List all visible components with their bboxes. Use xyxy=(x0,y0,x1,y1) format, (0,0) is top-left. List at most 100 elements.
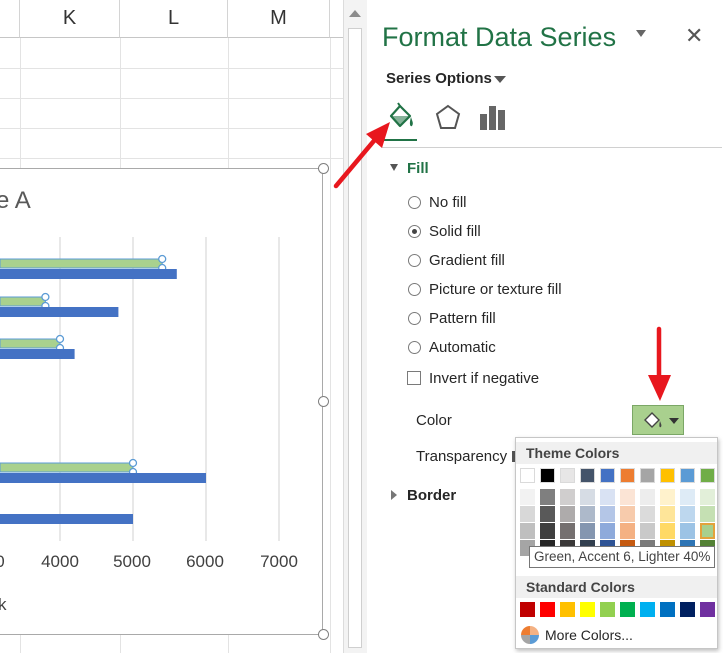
theme-tint-swatch[interactable] xyxy=(520,506,535,522)
column-header-m[interactable]: M xyxy=(228,0,330,38)
theme-tint-swatch[interactable] xyxy=(520,489,535,505)
chart-area[interactable]: e A 0 4000 5000 6000 7000 k xyxy=(0,168,323,635)
border-section-header[interactable]: Border xyxy=(407,487,456,504)
theme-tint-swatch[interactable] xyxy=(660,489,675,505)
column-header-partial[interactable] xyxy=(0,0,20,38)
theme-tint-swatch[interactable] xyxy=(520,523,535,539)
column-header-k[interactable]: K xyxy=(20,0,120,38)
column-header-partial-right[interactable] xyxy=(330,0,343,38)
standard-color-swatch[interactable] xyxy=(640,602,655,617)
theme-tint-swatch[interactable] xyxy=(580,506,595,522)
selection-handle[interactable] xyxy=(41,292,50,302)
theme-tint-swatch[interactable] xyxy=(640,506,655,522)
resize-handle-top-right[interactable] xyxy=(318,163,329,174)
standard-color-swatch[interactable] xyxy=(660,602,675,617)
theme-tint-swatch[interactable] xyxy=(640,489,655,505)
standard-color-swatch[interactable] xyxy=(600,602,615,617)
resize-handle-right[interactable] xyxy=(318,396,329,407)
chevron-down-icon[interactable] xyxy=(669,418,679,424)
theme-color-swatch[interactable] xyxy=(660,468,675,483)
theme-tint-swatch[interactable] xyxy=(580,523,595,539)
series-options-dropdown[interactable]: Series Options xyxy=(386,70,492,87)
theme-tint-swatch[interactable] xyxy=(560,506,575,522)
theme-tint-swatch[interactable] xyxy=(700,489,715,505)
theme-color-swatch[interactable] xyxy=(620,468,635,483)
theme-tint-swatch[interactable] xyxy=(600,506,615,522)
standard-color-swatch[interactable] xyxy=(540,602,555,617)
radio-solid-fill[interactable]: Solid fill xyxy=(408,220,481,242)
radio-button-icon[interactable] xyxy=(408,224,421,238)
theme-color-swatch[interactable] xyxy=(640,468,655,483)
vertical-scrollbar[interactable] xyxy=(343,0,367,653)
bar-highlighted[interactable] xyxy=(0,258,163,269)
radio-button-icon[interactable] xyxy=(408,253,421,267)
standard-color-swatch[interactable] xyxy=(680,602,695,617)
standard-color-swatch[interactable] xyxy=(620,602,635,617)
theme-color-swatch[interactable] xyxy=(700,468,715,483)
radio-automatic[interactable]: Automatic xyxy=(408,336,496,358)
theme-tint-swatch[interactable] xyxy=(680,506,695,522)
theme-tint-swatch[interactable] xyxy=(540,506,555,522)
theme-tint-swatch[interactable] xyxy=(600,523,615,539)
bar-series-2[interactable] xyxy=(0,307,119,317)
standard-color-swatch[interactable] xyxy=(560,602,575,617)
bar-series-2[interactable] xyxy=(0,349,75,359)
selection-handle[interactable] xyxy=(128,458,138,468)
radio-button-icon[interactable] xyxy=(408,282,421,296)
radio-pattern-fill[interactable]: Pattern fill xyxy=(408,307,496,329)
scroll-up-icon[interactable] xyxy=(349,10,361,17)
theme-color-swatch[interactable] xyxy=(680,468,695,483)
standard-color-swatch[interactable] xyxy=(520,602,535,617)
theme-tint-swatch[interactable] xyxy=(700,506,715,522)
bar-series-2[interactable] xyxy=(0,269,177,279)
theme-tint-swatch[interactable] xyxy=(620,506,635,522)
bar-highlighted[interactable] xyxy=(0,338,61,349)
chevron-down-icon[interactable] xyxy=(494,76,506,83)
bar-highlighted[interactable] xyxy=(0,462,134,473)
x-axis-title[interactable]: k xyxy=(0,595,7,615)
standard-color-swatch[interactable] xyxy=(580,602,595,617)
theme-tint-swatch[interactable] xyxy=(640,523,655,539)
bar-series-2[interactable] xyxy=(0,473,206,483)
selection-handle[interactable] xyxy=(55,334,65,344)
radio-button-icon[interactable] xyxy=(408,311,421,325)
chart-title[interactable]: e A xyxy=(0,187,31,215)
resize-handle-bottom-right[interactable] xyxy=(318,629,329,640)
series-options-icon[interactable] xyxy=(477,100,509,136)
radio-no-fill[interactable]: No fill xyxy=(408,191,467,213)
theme-color-swatch[interactable] xyxy=(540,468,555,483)
effects-icon[interactable] xyxy=(432,100,464,136)
column-header-l[interactable]: L xyxy=(120,0,228,38)
theme-color-swatch[interactable] xyxy=(560,468,575,483)
theme-tint-swatch[interactable] xyxy=(700,523,715,539)
theme-tint-swatch[interactable] xyxy=(620,489,635,505)
selection-handle[interactable] xyxy=(158,254,167,264)
theme-tint-swatch[interactable] xyxy=(660,506,675,522)
checkbox-icon[interactable] xyxy=(407,371,421,385)
theme-color-swatch[interactable] xyxy=(580,468,595,483)
theme-tint-swatch[interactable] xyxy=(600,489,615,505)
radio-button-icon[interactable] xyxy=(408,340,421,354)
theme-tint-swatch[interactable] xyxy=(680,523,695,539)
radio-gradient-fill[interactable]: Gradient fill xyxy=(408,249,505,271)
theme-tint-swatch[interactable] xyxy=(680,489,695,505)
theme-tint-swatch[interactable] xyxy=(580,489,595,505)
fill-section-header[interactable]: Fill xyxy=(407,160,429,177)
more-colors-button[interactable]: More Colors... xyxy=(520,625,633,645)
standard-color-swatch[interactable] xyxy=(700,602,715,617)
close-icon[interactable]: ✕ xyxy=(685,25,703,47)
theme-color-swatch[interactable] xyxy=(520,468,535,483)
fill-color-button[interactable] xyxy=(632,405,684,435)
theme-tint-swatch[interactable] xyxy=(560,523,575,539)
spreadsheet-grid[interactable]: K L M e A 0 4000 5000 6000 7000 k xyxy=(0,0,343,653)
bar-series-2[interactable] xyxy=(0,514,133,524)
color-picker-popup[interactable]: Theme Colors Standard Colors More Colors… xyxy=(515,437,718,649)
theme-tint-swatch[interactable] xyxy=(620,523,635,539)
radio-button-icon[interactable] xyxy=(408,195,421,209)
theme-tint-swatch[interactable] xyxy=(660,523,675,539)
expand-caret-icon[interactable] xyxy=(391,490,397,500)
radio-picture-fill[interactable]: Picture or texture fill xyxy=(408,278,562,300)
bar-highlighted[interactable] xyxy=(0,296,46,307)
theme-tint-swatch[interactable] xyxy=(540,523,555,539)
theme-tint-swatch[interactable] xyxy=(540,489,555,505)
